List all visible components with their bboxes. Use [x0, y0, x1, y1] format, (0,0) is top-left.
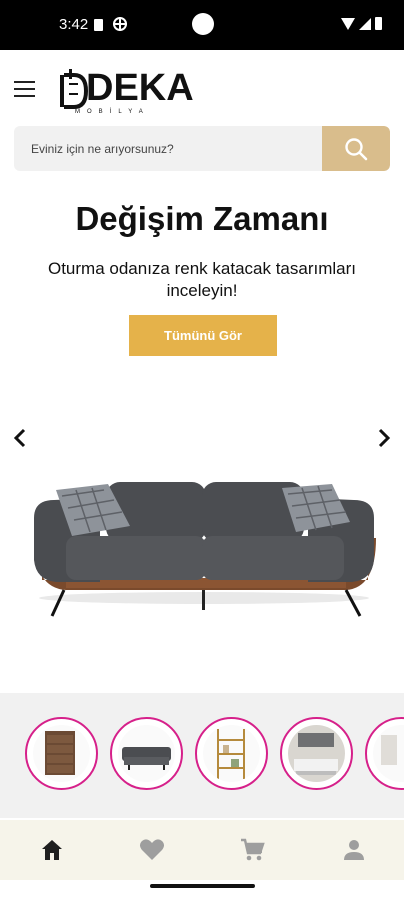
- view-all-button[interactable]: Tümünü Gör: [129, 315, 277, 356]
- profile-icon: [344, 840, 364, 860]
- sim-card-icon: [94, 19, 103, 31]
- carousel-next-arrow[interactable]: [374, 426, 394, 450]
- category-item-bookshelf[interactable]: [195, 717, 268, 790]
- category-carousel: [0, 693, 404, 818]
- category-item-dresser[interactable]: [25, 717, 98, 790]
- chevron-left-icon: [13, 428, 26, 448]
- hero-title: Değişim Zamanı: [75, 200, 329, 237]
- search-input[interactable]: [14, 126, 322, 171]
- category-item-decor[interactable]: [365, 717, 404, 790]
- gesture-bar-area: [0, 880, 404, 900]
- status-time: 3:42: [59, 16, 89, 33]
- cart-icon: [241, 838, 265, 861]
- category-item-living-room[interactable]: [280, 717, 353, 790]
- nav-favorites-button[interactable]: [138, 836, 166, 864]
- heart-icon: [140, 839, 164, 860]
- living-room-image: [288, 725, 345, 782]
- wifi-icon: [341, 17, 355, 30]
- signal-icon: [359, 17, 371, 30]
- category-item-sofa[interactable]: [110, 717, 183, 790]
- bookshelf-image: [203, 725, 260, 782]
- status-icons: [341, 17, 382, 30]
- nav-home-button[interactable]: [38, 836, 66, 864]
- decor-image: [373, 725, 404, 782]
- hero-subtitle: Oturma odanıza renk katacak tasarımları …: [47, 259, 357, 300]
- sofa-image: [118, 725, 175, 782]
- app-header: DEKA MOBİLYA: [0, 50, 404, 125]
- search-bar: [14, 126, 390, 171]
- home-gesture-indicator[interactable]: [150, 884, 255, 888]
- search-icon: [345, 138, 368, 161]
- logo-text: DEKA: [86, 67, 194, 109]
- hamburger-menu-icon[interactable]: [14, 81, 36, 99]
- app-screen: 3:42 DEKA MOBİLYA Eviniz için ne arıyors…: [0, 0, 404, 900]
- chevron-right-icon: [378, 428, 391, 448]
- status-bar: 3:42: [0, 0, 404, 50]
- nav-profile-button[interactable]: [340, 836, 368, 864]
- bottom-navigation: [0, 820, 404, 880]
- carousel-prev-arrow[interactable]: [10, 426, 30, 450]
- home-icon: [42, 840, 62, 860]
- vpn-globe-icon: [113, 17, 127, 31]
- logo-subtext: MOBİLYA: [75, 109, 150, 115]
- dresser-image: [33, 725, 90, 782]
- sofa-product-image[interactable]: [26, 470, 382, 630]
- battery-icon: [375, 17, 382, 30]
- search-button[interactable]: [322, 126, 390, 171]
- deka-logo[interactable]: DEKA MOBİLYA: [58, 67, 194, 119]
- front-camera: [192, 13, 214, 35]
- nav-cart-button[interactable]: [238, 836, 266, 864]
